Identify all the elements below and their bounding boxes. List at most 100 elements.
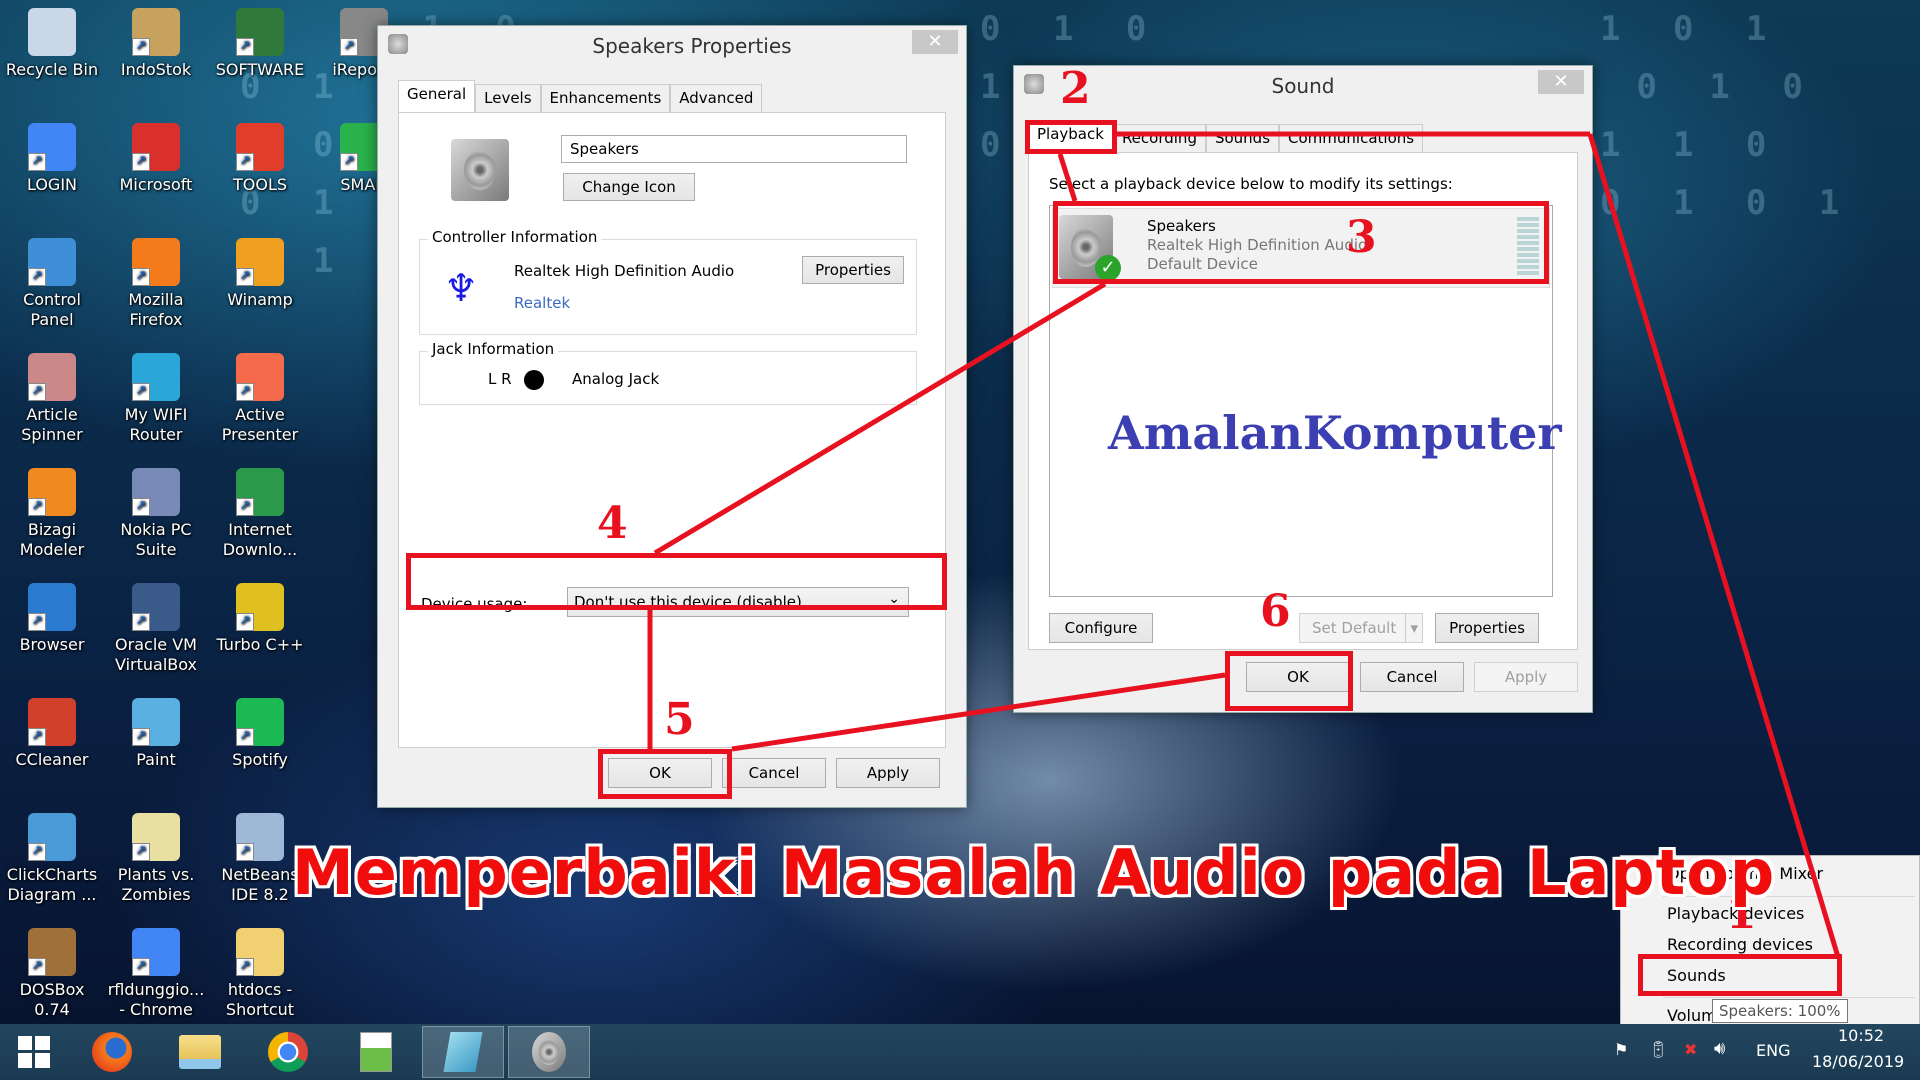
desktop-icon-my-wifi-router[interactable]: ↗ My WIFI Router [104, 353, 208, 445]
shortcut-arrow-icon: ↗ [132, 613, 150, 631]
set-default-label: Set Default [1312, 619, 1397, 637]
tab-recording[interactable]: Recording [1112, 124, 1206, 152]
device-status: Default Device [1147, 255, 1258, 273]
volume-icon[interactable]: 🔊︎ [1714, 1038, 1725, 1059]
desktop-icon-oracle-vm-virtualbox[interactable]: ↗ Oracle VM VirtualBox [104, 583, 208, 675]
desktop-icon-browser[interactable]: ↗ Browser [0, 583, 104, 655]
shortcut-arrow-icon: ↗ [28, 958, 46, 976]
app-icon: ↗ [132, 8, 180, 56]
app-icon: ↗ [236, 353, 284, 401]
clock-time[interactable]: 10:52 [1838, 1026, 1884, 1045]
desktop-icon-turbo-c[interactable]: ↗ Turbo C++ [208, 583, 312, 655]
desktop-icon-label: Microsoft [119, 175, 193, 194]
desktop-icon-tools[interactable]: ↗ TOOLS [208, 123, 312, 195]
network-disconnected-icon[interactable]: ✖ [1684, 1040, 1697, 1059]
desktop-icon-internet-downlo[interactable]: ↗ Internet Downlo... [208, 468, 312, 560]
chrome-icon [268, 1032, 308, 1072]
tab-enhancements[interactable]: Enhancements [540, 84, 671, 112]
desktop-icon-active-presenter[interactable]: ↗ Active Presenter [208, 353, 312, 445]
speaker-device-icon [451, 139, 509, 201]
ok-button[interactable]: OK [1246, 662, 1350, 692]
configure-button[interactable]: Configure [1049, 613, 1153, 643]
desktop-icon-winamp[interactable]: ↗ Winamp [208, 238, 312, 310]
title-bar[interactable]: Sound ✕ [1014, 66, 1592, 106]
desktop-icon-ccleaner[interactable]: ↗ CCleaner [0, 698, 104, 770]
taskbar-file-explorer[interactable] [168, 1026, 232, 1078]
action-center-flag-icon[interactable]: ⚑ [1614, 1040, 1628, 1059]
desktop-icon-login[interactable]: ↗ LOGIN [0, 123, 104, 195]
tab-communications[interactable]: Communications [1279, 124, 1424, 152]
tab-playback[interactable]: Playback [1028, 120, 1113, 152]
app-icon: ↗ [28, 698, 76, 746]
shortcut-arrow-icon: ↗ [236, 613, 254, 631]
shortcut-arrow-icon: ↗ [236, 498, 254, 516]
power-icon[interactable]: 🔋︎ [1648, 1040, 1668, 1059]
shortcut-arrow-icon: ↗ [132, 268, 150, 286]
firefox-icon [92, 1032, 132, 1072]
taskbar-firefox[interactable] [80, 1026, 144, 1078]
desktop-icon-htdocs-shortcut[interactable]: ↗ htdocs - Shortcut [208, 928, 312, 1020]
tab-general[interactable]: General [398, 80, 476, 112]
device-name-input[interactable]: Speakers [561, 135, 907, 163]
chevron-down-icon: ⌄ [888, 591, 900, 607]
title-bar[interactable]: Speakers Properties ✕ [378, 26, 966, 66]
playback-tab-panel: Select a playback device below to modify… [1028, 152, 1578, 650]
apply-button[interactable]: Apply [1474, 662, 1578, 692]
close-button[interactable]: ✕ [1538, 70, 1584, 94]
device-usage-value: Don't use this device (disable) [574, 593, 802, 611]
desktop-icon-rfldunggio-chrome[interactable]: ↗ rfldunggio... - Chrome [104, 928, 208, 1020]
menu-separator [1663, 997, 1915, 998]
menu-item-sounds[interactable]: Sounds [1667, 966, 1726, 985]
properties-button[interactable]: Properties [1435, 613, 1539, 643]
notepad-icon [443, 1032, 483, 1072]
desktop-icon-microsoft[interactable]: ↗ Microsoft [104, 123, 208, 195]
desktop-icon-recycle-bin[interactable]: Recycle Bin [0, 8, 104, 80]
tab-levels[interactable]: Levels [475, 84, 541, 112]
clock-date[interactable]: 18/06/2019 [1812, 1052, 1904, 1071]
device-list-item[interactable]: ✓ Speakers Realtek High Definition Audio… [1052, 208, 1550, 288]
taskbar-chrome[interactable] [256, 1026, 320, 1078]
start-button[interactable] [2, 1026, 66, 1078]
desktop-icon-control-panel[interactable]: ↗ Control Panel [0, 238, 104, 330]
desktop-icon-label: DOSBox 0.74 [19, 980, 85, 1019]
set-default-button[interactable]: Set Default ▾ [1299, 613, 1423, 643]
tab-advanced[interactable]: Advanced [670, 84, 763, 112]
desktop-icon-article-spinner[interactable]: ↗ Article Spinner [0, 353, 104, 445]
close-button[interactable]: ✕ [912, 30, 958, 54]
menu-item-recording-devices[interactable]: Recording devices [1667, 935, 1813, 954]
taskbar-sound[interactable] [508, 1026, 590, 1078]
language-indicator[interactable]: ENG [1756, 1041, 1790, 1060]
cancel-button[interactable]: Cancel [722, 758, 826, 788]
desktop-icon-label: Paint [136, 750, 176, 769]
desktop-icon-dosbox-0-74[interactable]: ↗ DOSBox 0.74 [0, 928, 104, 1020]
desktop-icon-nokia-pc-suite[interactable]: ↗ Nokia PC Suite [104, 468, 208, 560]
tab-sounds[interactable]: Sounds [1205, 124, 1280, 152]
window-title: Speakers Properties [592, 34, 792, 58]
taskbar-notepad[interactable] [422, 1026, 504, 1078]
desktop-icon-mozilla-firefox[interactable]: ↗ Mozilla Firefox [104, 238, 208, 330]
shortcut-arrow-icon: ↗ [28, 613, 46, 631]
taskbar-notepad-plus-plus[interactable] [344, 1026, 408, 1078]
desktop-icon-label: Mozilla Firefox [128, 290, 184, 329]
shortcut-arrow-icon: ↗ [340, 153, 358, 171]
app-icon: ↗ [28, 928, 76, 976]
controller-properties-button[interactable]: Properties [802, 256, 904, 284]
title-banner: Memperbaiki Masalah Audio pada Laptop [292, 836, 1776, 909]
ok-button[interactable]: OK [608, 758, 712, 788]
desktop-icon-plants-vs-zombies[interactable]: ↗ Plants vs. Zombies [104, 813, 208, 905]
desktop-icon-clickcharts-diagram[interactable]: ↗ ClickCharts Diagram ... [0, 813, 104, 905]
desktop-icon-software[interactable]: ↗ SOFTWARE [208, 8, 312, 80]
cancel-button[interactable]: Cancel [1360, 662, 1464, 692]
desktop-icon-label: Winamp [227, 290, 293, 309]
controller-vendor-link[interactable]: Realtek [514, 294, 570, 312]
desktop-icon-bizagi-modeler[interactable]: ↗ Bizagi Modeler [0, 468, 104, 560]
desktop-icon-indostok[interactable]: ↗ IndoStok [104, 8, 208, 80]
change-icon-button[interactable]: Change Icon [563, 173, 695, 201]
desktop-icon-spotify[interactable]: ↗ Spotify [208, 698, 312, 770]
desktop-icon-paint[interactable]: ↗ Paint [104, 698, 208, 770]
app-icon: ↗ [28, 583, 76, 631]
device-usage-select[interactable]: Don't use this device (disable) ⌄ [567, 587, 909, 617]
apply-button[interactable]: Apply [836, 758, 940, 788]
shortcut-arrow-icon: ↗ [132, 383, 150, 401]
app-icon: ↗ [28, 123, 76, 171]
